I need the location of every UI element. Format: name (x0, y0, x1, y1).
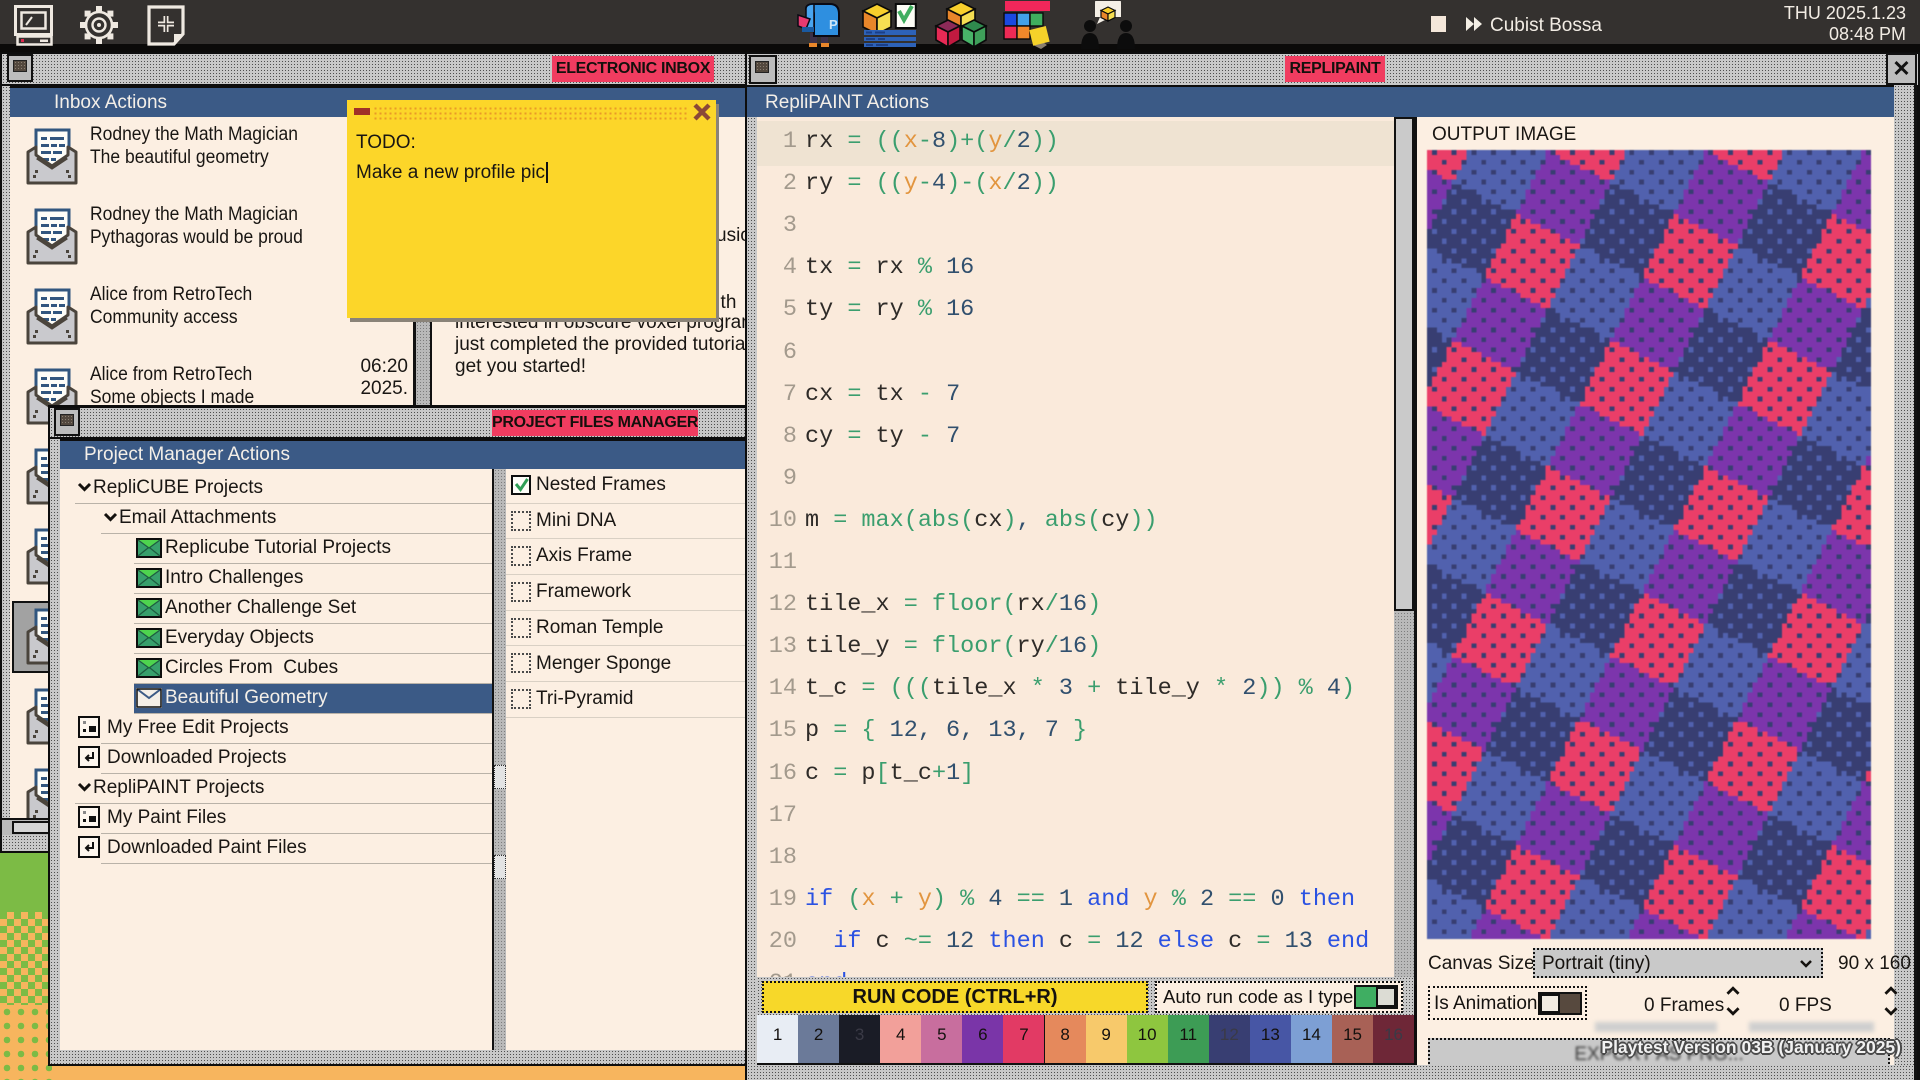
svg-text:P: P (829, 17, 838, 32)
